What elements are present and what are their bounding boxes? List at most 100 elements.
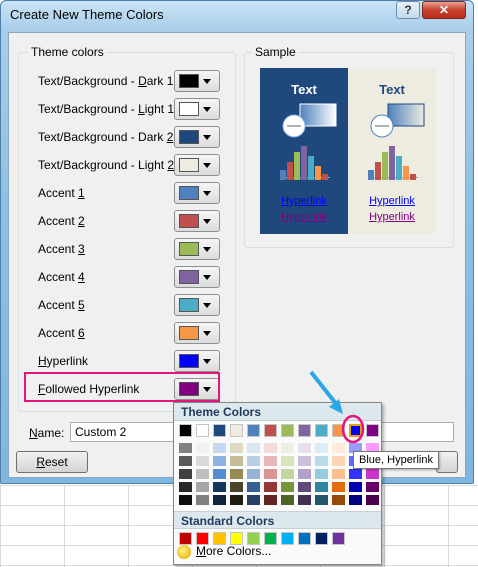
theme-color-cell[interactable] <box>349 424 362 437</box>
shade-color-cell[interactable] <box>213 495 226 505</box>
shade-color-cell[interactable] <box>213 469 226 479</box>
shade-color-cell[interactable] <box>281 456 294 466</box>
shade-color-cell[interactable] <box>230 456 243 466</box>
cancel-button-partial[interactable] <box>436 451 458 473</box>
shade-color-cell[interactable] <box>264 469 277 479</box>
color-picker-button[interactable] <box>174 182 220 204</box>
standard-color-cell[interactable] <box>315 532 328 545</box>
shade-color-cell[interactable] <box>281 482 294 492</box>
chevron-down-icon <box>203 275 211 280</box>
shade-color-cell[interactable] <box>349 469 362 479</box>
name-input[interactable]: Custom 2 <box>70 422 174 442</box>
color-picker-button[interactable] <box>174 266 220 288</box>
help-button[interactable]: ? <box>396 1 420 19</box>
sample-bar <box>410 174 416 180</box>
shade-color-cell[interactable] <box>315 456 328 466</box>
shade-color-cell[interactable] <box>230 469 243 479</box>
shade-color-cell[interactable] <box>264 456 277 466</box>
shade-color-cell[interactable] <box>366 495 379 505</box>
color-picker-button[interactable] <box>174 154 220 176</box>
shade-color-cell[interactable] <box>179 456 192 466</box>
shade-color-cell[interactable] <box>298 456 311 466</box>
reset-button[interactable]: Reset <box>16 451 88 473</box>
theme-color-cell[interactable] <box>196 424 209 437</box>
shade-color-cell[interactable] <box>179 469 192 479</box>
shade-color-cell[interactable] <box>247 443 260 453</box>
shade-color-cell[interactable] <box>179 495 192 505</box>
shade-color-cell[interactable] <box>298 443 311 453</box>
theme-color-cell[interactable] <box>332 424 345 437</box>
shade-color-cell[interactable] <box>196 469 209 479</box>
shade-color-cell[interactable] <box>332 495 345 505</box>
shade-color-cell[interactable] <box>247 456 260 466</box>
color-picker-button[interactable] <box>174 322 220 344</box>
shade-color-cell[interactable] <box>230 482 243 492</box>
theme-color-cell[interactable] <box>247 424 260 437</box>
shade-color-cell[interactable] <box>213 482 226 492</box>
shade-color-cell[interactable] <box>247 495 260 505</box>
theme-color-label: Hyperlink <box>38 354 89 368</box>
theme-color-label: Accent 1 <box>38 186 85 200</box>
theme-color-label: Accent 6 <box>38 326 85 340</box>
color-picker-button[interactable] <box>174 98 220 120</box>
shade-color-cell[interactable] <box>366 482 379 492</box>
shade-color-cell[interactable] <box>366 469 379 479</box>
theme-color-cell[interactable] <box>213 424 226 437</box>
shade-color-cell[interactable] <box>179 482 192 492</box>
shade-color-cell[interactable] <box>281 443 294 453</box>
shade-color-cell[interactable] <box>281 495 294 505</box>
color-picker-button[interactable] <box>174 70 220 92</box>
theme-color-cell[interactable] <box>298 424 311 437</box>
shade-color-cell[interactable] <box>281 469 294 479</box>
color-picker-button[interactable] <box>174 126 220 148</box>
shade-color-cell[interactable] <box>349 495 362 505</box>
shade-color-cell[interactable] <box>315 469 328 479</box>
shade-color-cell[interactable] <box>332 482 345 492</box>
shade-color-cell[interactable] <box>213 456 226 466</box>
shade-color-cell[interactable] <box>315 495 328 505</box>
shade-color-cell[interactable] <box>230 495 243 505</box>
theme-color-cell[interactable] <box>281 424 294 437</box>
shade-color-cell[interactable] <box>332 456 345 466</box>
color-picker-button[interactable] <box>174 238 220 260</box>
shade-color-cell[interactable] <box>315 443 328 453</box>
theme-color-cell[interactable] <box>315 424 328 437</box>
shade-color-cell[interactable] <box>247 469 260 479</box>
shade-color-cell[interactable] <box>196 443 209 453</box>
shade-color-cell[interactable] <box>298 469 311 479</box>
shade-color-cell[interactable] <box>264 495 277 505</box>
shade-color-cell[interactable] <box>213 443 226 453</box>
name-input-right-part[interactable] <box>380 422 454 442</box>
shade-color-cell[interactable] <box>179 443 192 453</box>
sample-bar <box>396 156 402 180</box>
standard-color-cell[interactable] <box>281 532 294 545</box>
shade-color-cell[interactable] <box>298 482 311 492</box>
standard-color-cell[interactable] <box>332 532 345 545</box>
color-picker-button[interactable] <box>174 294 220 316</box>
shade-color-cell[interactable] <box>298 495 311 505</box>
standard-color-cell[interactable] <box>298 532 311 545</box>
shade-color-cell[interactable] <box>196 456 209 466</box>
shade-color-cell[interactable] <box>315 482 328 492</box>
chevron-down-icon <box>203 303 211 308</box>
theme-color-cell[interactable] <box>179 424 192 437</box>
color-picker-button[interactable] <box>174 350 220 372</box>
shade-color-cell[interactable] <box>349 482 362 492</box>
theme-color-cell[interactable] <box>264 424 277 437</box>
sample-dark-hyperlink: Hyperlink <box>281 195 327 207</box>
color-picker-button[interactable] <box>174 210 220 232</box>
shade-color-cell[interactable] <box>264 482 277 492</box>
shade-color-cell[interactable] <box>332 443 345 453</box>
sample-dark-text: Text <box>291 82 317 97</box>
theme-color-cell[interactable] <box>230 424 243 437</box>
shade-color-cell[interactable] <box>196 482 209 492</box>
shade-color-cell[interactable] <box>247 482 260 492</box>
shade-color-cell[interactable] <box>230 443 243 453</box>
standard-color-cell[interactable] <box>179 532 192 545</box>
shade-color-cell[interactable] <box>196 495 209 505</box>
shade-color-cell[interactable] <box>264 443 277 453</box>
more-colors-link[interactable]: More Colors... <box>196 544 271 558</box>
shade-color-cell[interactable] <box>332 469 345 479</box>
theme-color-cell[interactable] <box>366 424 379 437</box>
close-button[interactable]: ✕ <box>422 1 466 19</box>
